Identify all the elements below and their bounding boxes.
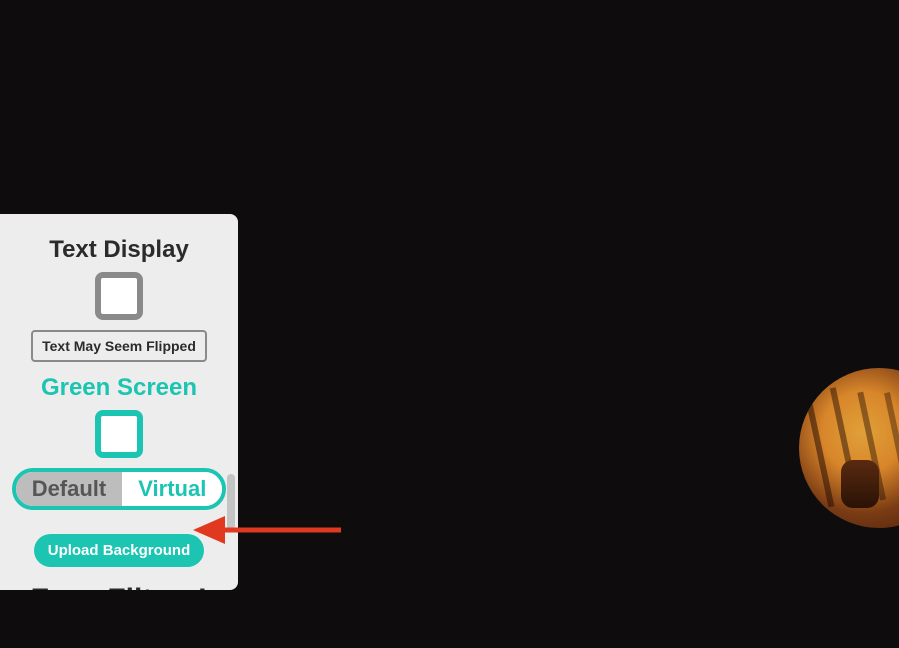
upload-background-wrap: Upload Background [0, 534, 238, 567]
upload-background-button[interactable]: Upload Background [34, 534, 205, 567]
text-display-checkbox-wrap [0, 272, 238, 320]
green-screen-checkbox-wrap [0, 410, 238, 458]
face-filters-title: Face Filters! [0, 583, 238, 590]
segment-virtual-button[interactable]: Virtual [122, 472, 222, 506]
segment-control: Default Virtual [12, 468, 227, 510]
text-display-checkbox[interactable] [95, 272, 143, 320]
text-flipped-note: Text May Seem Flipped [31, 330, 207, 362]
green-screen-title: Green Screen [0, 374, 238, 402]
green-screen-checkbox[interactable] [95, 410, 143, 458]
segment-default-button[interactable]: Default [16, 472, 123, 506]
panel-scrollbar-thumb[interactable] [227, 474, 235, 530]
text-display-title: Text Display [0, 236, 238, 264]
settings-panel: Text Display Text May Seem Flipped Green… [0, 214, 238, 590]
participant-avatar [799, 368, 899, 528]
green-screen-mode-segment: Default Virtual [0, 468, 238, 510]
